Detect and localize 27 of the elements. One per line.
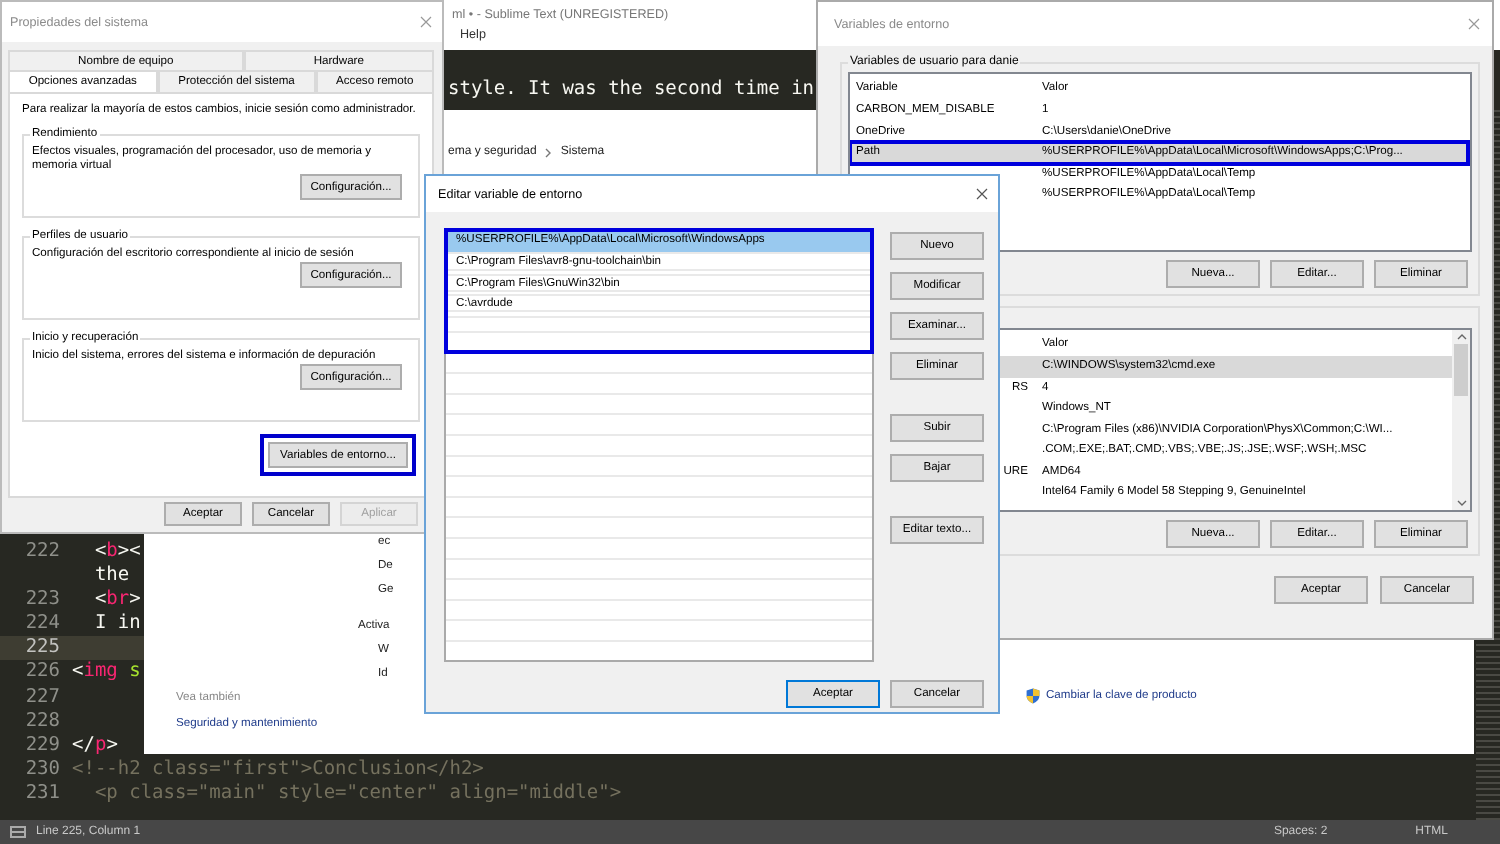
line-number: 226: [25, 660, 60, 683]
code-line: style. It was the second time in: [448, 78, 815, 102]
line-number: 230: [25, 757, 60, 780]
code-text: <br>: [92, 588, 141, 613]
scroll-thumb[interactable]: [1454, 344, 1468, 396]
line-number: 223: [25, 588, 60, 611]
scroll-down-icon[interactable]: [1455, 498, 1467, 508]
code-text: </p>: [72, 733, 118, 758]
scrollbar[interactable]: [1452, 330, 1470, 510]
line-number: 229: [25, 733, 60, 756]
chevron-icon: [544, 148, 553, 158]
code-text: <!--h2 class="first">Conclusion</h2>: [72, 757, 484, 782]
line-number: 222: [25, 540, 60, 562]
shield-icon: [1026, 688, 1040, 704]
code-text: <p class="main" style="center" align="middle">: [92, 781, 622, 807]
line-number: 227: [25, 685, 60, 708]
code-text: the: [92, 564, 130, 589]
code-text: <b><: [92, 540, 141, 565]
scroll-up-icon[interactable]: [1455, 332, 1467, 342]
close-icon[interactable]: [976, 188, 988, 200]
line-number: 225: [25, 636, 60, 659]
line-number: 228: [25, 709, 60, 732]
code-text: <img s: [72, 660, 141, 686]
code-text: I in: [92, 612, 141, 637]
line-number: 224: [25, 612, 60, 635]
panel-icon[interactable]: [10, 826, 26, 838]
line-number: 231: [25, 781, 60, 804]
